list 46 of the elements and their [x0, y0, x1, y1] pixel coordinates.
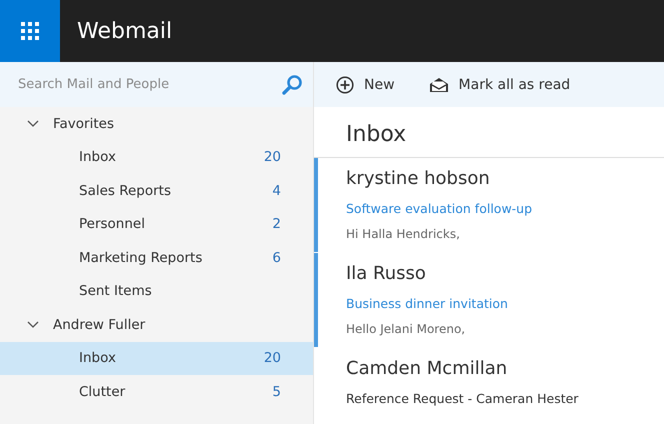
search-field[interactable]: Search Mail and People [18, 77, 281, 92]
unread-count: 20 [264, 149, 281, 166]
grid-icon [20, 21, 40, 41]
message-item[interactable]: krystine hobson Software evaluation follow-up Hi Halla Hendricks, [314, 158, 664, 252]
unread-count: 5 [272, 384, 281, 400]
unread-count: 20 [264, 350, 281, 366]
folder-label: Sales Reports [79, 182, 172, 199]
app-title: Webmail [77, 18, 172, 44]
plus-circle-icon [336, 76, 354, 94]
message-subject: Software evaluation follow-up [346, 200, 534, 218]
mailbox-title: Inbox [314, 107, 664, 158]
message-subject: Business dinner invitation [346, 295, 509, 313]
message-sender: Ila Russo [346, 263, 427, 286]
open-envelope-icon [428, 76, 449, 92]
folder-item[interactable]: Clutter 5 [0, 375, 313, 408]
group-label: Andrew Fuller [53, 316, 146, 333]
folder-label: Marketing Reports [79, 250, 202, 266]
unread-count: 4 [272, 182, 281, 199]
folder-label: Personnel [79, 216, 145, 232]
message-subject: Reference Request - Cameran Hester [346, 390, 580, 408]
message-sender: krystine hobson [346, 168, 491, 191]
folder-group-toggle[interactable]: Andrew Fuller [0, 308, 313, 342]
folder-item[interactable]: Sales Reports 4 [0, 174, 313, 208]
folder-item[interactable]: Sent Items [0, 274, 313, 308]
message-sender: Camden Mcmillan [346, 358, 508, 381]
folder-item[interactable]: Inbox 20 [0, 342, 313, 375]
folder-item[interactable]: Inbox 20 [0, 140, 313, 174]
message-preview: Hello Jelani Moreno, [346, 321, 466, 338]
folder-label: Sent Items [79, 283, 152, 300]
unread-count: 2 [272, 216, 281, 232]
folder-item[interactable]: Personnel 2 [0, 208, 313, 241]
search-icon [281, 74, 303, 96]
unread-count: 6 [272, 250, 281, 266]
app-launcher-button[interactable] [0, 0, 60, 62]
folder-group-toggle[interactable]: Favorites [0, 107, 313, 140]
search-box[interactable]: Search Mail and People [0, 62, 313, 107]
folder-label: Clutter [79, 384, 126, 400]
toolbar-button[interactable]: Mark all as read [428, 76, 570, 92]
folder-label: Inbox [79, 149, 116, 166]
message-preview: Hi Halla Hendricks, [346, 226, 461, 243]
folder-label: Inbox [79, 350, 116, 366]
group-label: Favorites [53, 116, 114, 132]
message-item[interactable]: Camden Mcmillan Reference Request - Cameran Hester [314, 348, 664, 424]
toolbar-button[interactable]: New [336, 76, 395, 94]
folder-item[interactable]: Marketing Reports 6 [0, 241, 313, 274]
message-item[interactable]: Ila Russo Business dinner invitation Hello Jelani Moreno, [314, 253, 664, 347]
